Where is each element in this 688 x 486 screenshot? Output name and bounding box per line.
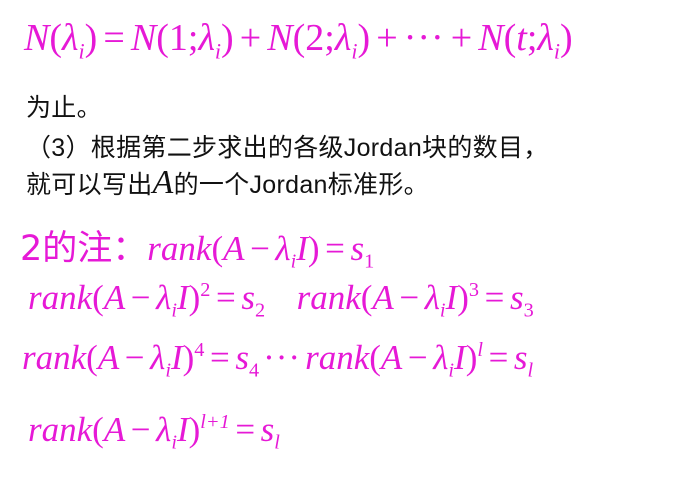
text-line-1: 为止。 <box>26 93 102 122</box>
note-eq-4: rank(A − λiI)l+1 = sl <box>28 410 280 454</box>
math-matrix-A: A <box>152 164 174 201</box>
rank-word: rank <box>28 278 93 317</box>
note-label: 2的注： <box>20 229 148 269</box>
text-step3: （3）根据第二步求出的各级Jordan块的数目， <box>26 134 549 162</box>
s-index: 3 <box>523 299 534 322</box>
text-line-2: （3）根据第二步求出的各级Jordan块的数目， <box>26 128 549 164</box>
text-line3-a: 就可以写出 <box>26 170 153 199</box>
rank-word: rank <box>147 229 212 268</box>
formula-sum: N(λi) = N(1;λi) + N(2;λi) + ··· + N(t;λi) <box>24 17 573 64</box>
rank-word: rank <box>22 338 87 377</box>
s-index: 4 <box>248 359 260 382</box>
s-index: l <box>527 359 534 382</box>
rank-word: rank <box>296 278 361 317</box>
power: 4 <box>194 338 205 361</box>
note-eq-1: 2的注：rank(A − λiI) = s1 <box>20 229 375 273</box>
note-eq-2: rank(A − λiI)2 = s2 rank(A − λiI)3 = s3 <box>28 278 534 322</box>
rank-word: rank <box>305 338 370 377</box>
note-eq-3: rank(A − λiI)4 = s4 ··· rank(A − λiI)l = sl <box>22 338 534 382</box>
text-line3-b: 的一个Jordan标准形。 <box>173 171 429 199</box>
power: 2 <box>200 278 211 301</box>
power: 3 <box>468 278 480 301</box>
s-index: 1 <box>364 250 375 273</box>
s-index: l <box>274 431 280 454</box>
power: l+1 <box>200 410 230 433</box>
rank-word: rank <box>28 410 93 449</box>
text-line-3: 就可以写出A的一个Jordan标准形。 <box>26 164 429 202</box>
s-index: 2 <box>254 299 266 322</box>
